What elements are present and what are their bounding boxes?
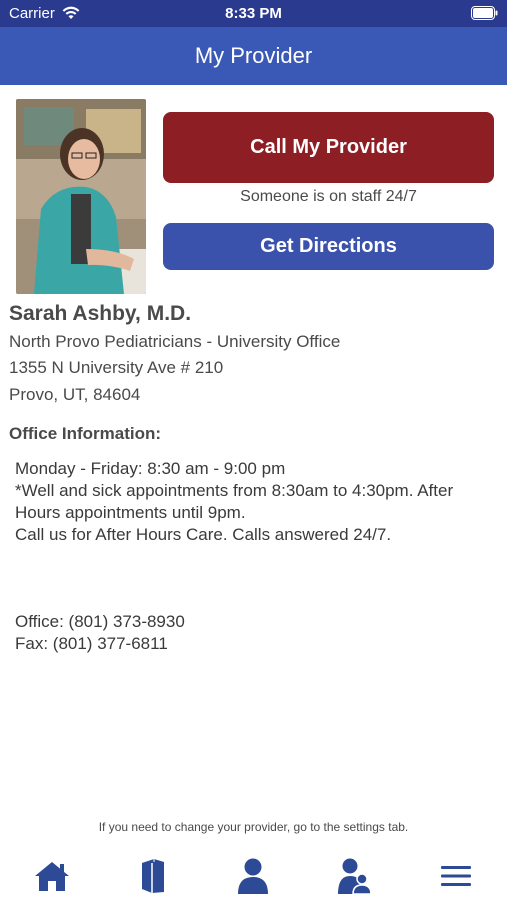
appointment-info: *Well and sick appointments from 8:30am …	[15, 481, 454, 522]
tab-resources[interactable]	[133, 858, 173, 898]
tab-family[interactable]	[334, 858, 374, 898]
office-info-heading: Office Information:	[9, 424, 162, 443]
page-title: My Provider	[194, 43, 313, 68]
city-state-zip: Provo, UT, 84604	[9, 385, 141, 404]
clock-time: 8:33 PM	[225, 5, 282, 22]
tab-bar	[0, 848, 507, 900]
call-provider-button[interactable]: Call My Provider	[163, 112, 494, 183]
tab-my-provider[interactable]	[233, 858, 273, 898]
tab-menu[interactable]	[436, 858, 476, 898]
fax-number: Fax: (801) 377-6811	[15, 634, 168, 653]
practice-name: North Provo Pediatricians - University O…	[9, 332, 341, 351]
home-icon	[33, 859, 71, 898]
status-bar: Carrier 8:33 PM	[0, 0, 507, 27]
menu-icon	[441, 864, 471, 893]
battery-icon	[471, 6, 498, 25]
get-directions-button[interactable]: Get Directions	[163, 223, 494, 270]
nav-header: My Provider	[0, 27, 507, 85]
change-provider-note: If you need to change your provider, go …	[98, 820, 409, 834]
staff-availability-note: Someone is on staff 24/7	[240, 188, 417, 205]
office-hours: Monday - Friday: 8:30 am - 9:00 pm	[15, 459, 286, 478]
office-phone: Office: (801) 373-8930	[15, 612, 185, 631]
street-address: 1355 N University Ave # 210	[9, 358, 224, 377]
family-icon	[338, 857, 372, 900]
tab-home[interactable]	[32, 858, 72, 898]
book-icon	[140, 858, 166, 899]
provider-photo	[16, 99, 146, 294]
person-icon	[237, 857, 269, 900]
after-hours-info: Call us for After Hours Care. Calls answ…	[15, 525, 392, 544]
provider-name: Sarah Ashby, M.D.	[9, 302, 192, 325]
